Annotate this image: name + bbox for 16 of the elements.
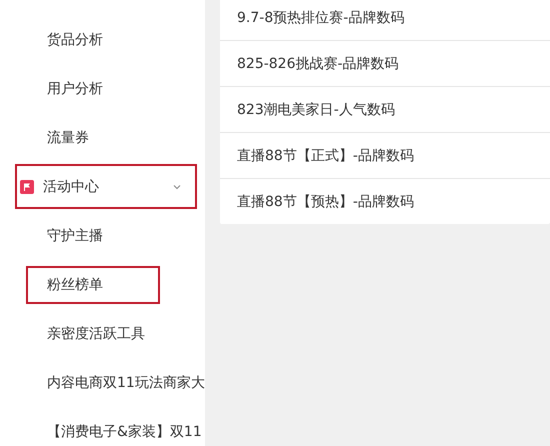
menu-item[interactable]: 货品分析 [26,20,124,58]
list-item[interactable]: 直播88节【正式】-品牌数码 [237,146,414,164]
menu-item[interactable]: 内容电商双11玩法商家大 [26,364,205,402]
menu-item[interactable]: 亲密度活跃工具 [26,314,166,352]
menu-item[interactable]: 流量券 [26,118,110,156]
list-item[interactable]: 9.7-8预热排位赛-品牌数码 [237,8,404,26]
flag-icon [20,180,34,194]
list-item[interactable]: 823潮电美家日-人气数码 [237,100,395,118]
list-item[interactable]: 825-826挑战赛-品牌数码 [237,54,399,72]
list-item[interactable]: 直播88节【预热】-品牌数码 [237,192,414,210]
menu-item[interactable]: 用户分析 [26,70,124,108]
menu-group[interactable]: 活动中心 [15,164,197,209]
menu-item[interactable]: 粉丝榜单 [26,266,160,304]
chevron-icon [173,182,181,190]
menu-item[interactable]: 【消费电子&家装】双11 [26,412,205,446]
menu-item[interactable]: 守护主播 [26,216,124,254]
